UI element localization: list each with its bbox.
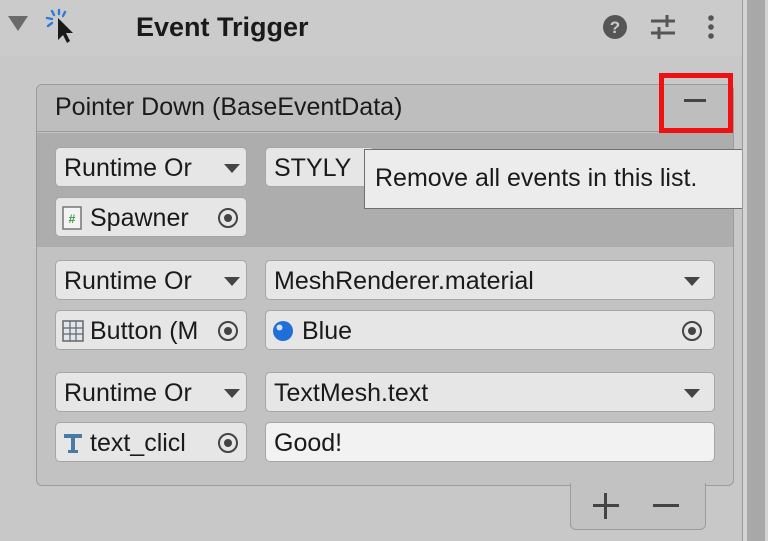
chevron-down-icon	[224, 164, 240, 173]
object-picker-icon[interactable]	[218, 321, 238, 341]
remove-all-button[interactable]	[659, 73, 733, 133]
event-trigger-icon	[44, 8, 76, 44]
runtime-mode-dropdown[interactable]: Runtime Or	[55, 147, 247, 187]
material-sphere-icon	[272, 320, 294, 344]
chevron-down-icon	[224, 389, 240, 398]
foldout-arrow-icon[interactable]	[8, 16, 28, 31]
function-dropdown[interactable]: STYLY	[265, 147, 375, 187]
runtime-mode-label: Runtime Or	[64, 154, 192, 182]
tooltip: Remove all events in this list.	[364, 149, 766, 209]
argument-value: Good!	[274, 429, 343, 457]
scrollbar-thumb[interactable]	[747, 0, 765, 541]
component-title: Event Trigger	[136, 12, 309, 42]
object-picker-icon[interactable]	[682, 321, 702, 341]
event-header: Pointer Down (BaseEventData)	[37, 85, 733, 132]
function-label: MeshRenderer.material	[274, 267, 534, 295]
chevron-down-icon	[684, 277, 700, 286]
component-header[interactable]: Event Trigger ?	[0, 0, 742, 56]
object-label: text_clicl	[90, 429, 186, 457]
chevron-down-icon	[684, 389, 700, 398]
event-title: Pointer Down (BaseEventData)	[55, 93, 403, 121]
help-icon[interactable]: ?	[600, 12, 630, 42]
inspector-panel: Event Trigger ? Pointer Down (BaseEventD…	[0, 0, 766, 541]
argument-object-field[interactable]: Blue	[265, 310, 715, 350]
function-dropdown[interactable]: MeshRenderer.material	[265, 260, 715, 300]
more-menu-icon[interactable]	[696, 12, 726, 42]
argument-text-field[interactable]: Good!	[265, 422, 715, 462]
list-footer	[570, 483, 706, 530]
scrollbar[interactable]	[742, 0, 768, 541]
runtime-mode-dropdown[interactable]: Runtime Or	[55, 372, 247, 412]
presets-icon[interactable]	[648, 12, 678, 42]
object-label: Spawner	[90, 204, 189, 232]
add-event-button[interactable]	[591, 491, 621, 521]
object-label: Button (M	[90, 317, 199, 345]
object-field[interactable]: # Spawner	[55, 197, 247, 237]
object-picker-icon[interactable]	[218, 208, 238, 228]
script-icon: #	[62, 206, 84, 230]
function-label: STYLY	[274, 154, 352, 182]
function-label: TextMesh.text	[274, 379, 429, 407]
text-mesh-icon	[62, 431, 84, 455]
argument-label: Blue	[302, 317, 353, 345]
runtime-mode-label: Runtime Or	[64, 379, 192, 407]
event-panel: Pointer Down (BaseEventData) Runtime Or …	[36, 73, 734, 486]
object-field[interactable]: Button (M	[55, 310, 247, 350]
function-dropdown[interactable]: TextMesh.text	[265, 372, 715, 412]
svg-text:?: ?	[610, 18, 620, 37]
object-field[interactable]: text_clicl	[55, 422, 247, 462]
mesh-icon	[62, 319, 84, 343]
minus-icon	[684, 99, 706, 102]
chevron-down-icon	[224, 277, 240, 286]
remove-event-button[interactable]	[651, 491, 681, 521]
svg-text:#: #	[69, 212, 76, 226]
object-picker-icon[interactable]	[218, 433, 238, 453]
runtime-mode-label: Runtime Or	[64, 267, 192, 295]
tooltip-text: Remove all events in this list.	[375, 164, 698, 192]
runtime-mode-dropdown[interactable]: Runtime Or	[55, 260, 247, 300]
